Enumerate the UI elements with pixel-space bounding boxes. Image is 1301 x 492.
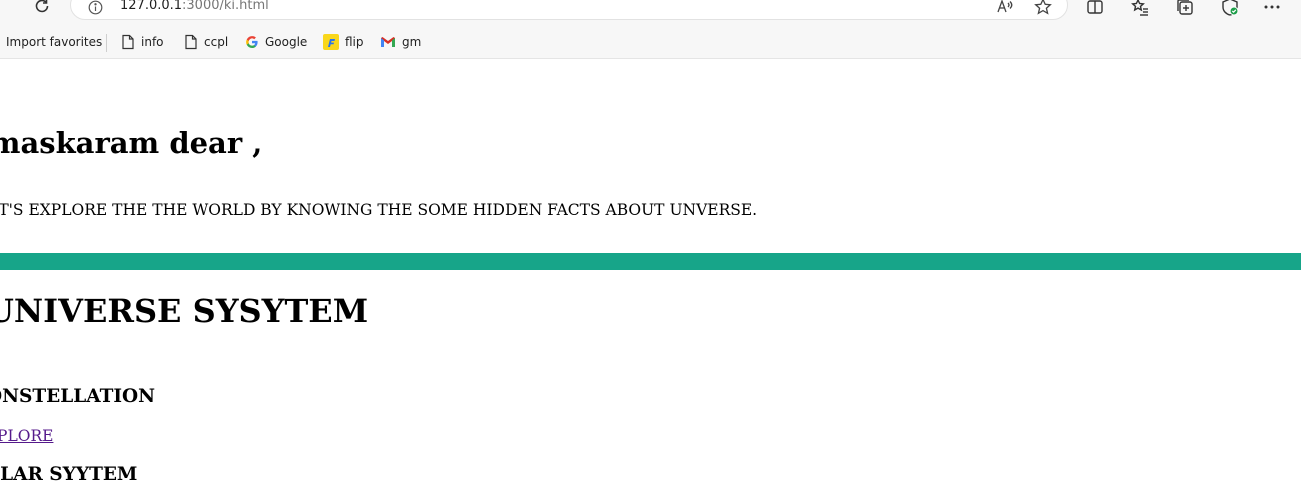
favorites-item-label: Google: [265, 35, 308, 49]
gmail-icon: [381, 37, 395, 47]
more-menu-icon[interactable]: [1261, 0, 1283, 18]
url-host: 127.0.0.1: [120, 0, 183, 13]
divider-bar: [0, 253, 1301, 270]
read-aloud-icon[interactable]: [995, 0, 1015, 17]
favorites-item-label: Import favorites: [6, 35, 103, 49]
favorites-list-icon[interactable]: [1129, 0, 1151, 18]
constellation-heading: ONSTELLATION: [0, 386, 156, 407]
browser-toolbar: 127.0.0.1:3000/ki.html: [0, 0, 1301, 24]
explore-link[interactable]: XPLORE: [0, 427, 53, 445]
solar-system-heading: OLAR SYYTEM: [0, 464, 138, 485]
google-icon: [246, 36, 258, 48]
favorites-item-info[interactable]: info: [121, 32, 164, 52]
page-icon: [122, 34, 134, 50]
refresh-icon[interactable]: [32, 0, 52, 16]
favorites-item-import[interactable]: Import favorites: [6, 32, 102, 52]
address-bar[interactable]: 127.0.0.1:3000/ki.html: [70, 0, 1068, 20]
browser-essentials-icon[interactable]: [1219, 0, 1241, 18]
favorites-item-flip[interactable]: flip: [323, 32, 364, 52]
flipkart-icon: [323, 34, 339, 50]
favorites-item-label: ccpl: [204, 35, 229, 49]
favorites-bar: Import favorites info ccpl Google flip g…: [0, 28, 1301, 54]
favorites-item-label: flip: [345, 35, 364, 49]
browser-chrome: 127.0.0.1:3000/ki.html Import favorites …: [0, 0, 1301, 59]
greeting-heading: amaskaram dear ,: [0, 126, 263, 160]
info-icon[interactable]: [88, 0, 103, 15]
favorites-item-label: info: [141, 35, 164, 49]
favorites-separator: [106, 34, 107, 52]
favorites-item-google[interactable]: Google: [245, 32, 307, 52]
favorites-item-ccpl[interactable]: ccpl: [184, 32, 228, 52]
url-text: 127.0.0.1:3000/ki.html: [120, 0, 269, 13]
universe-heading: UNIVERSE SYSYTEM: [0, 292, 369, 330]
page-icon: [185, 34, 197, 50]
collections-icon[interactable]: [1174, 0, 1196, 18]
url-path: :3000/ki.html: [182, 0, 269, 13]
favorites-item-label: gm: [402, 35, 422, 49]
page-content: amaskaram dear , ET'S EXPLORE THE THE WO…: [0, 60, 1301, 492]
intro-text: ET'S EXPLORE THE THE WORLD BY KNOWING TH…: [0, 201, 758, 219]
favorite-star-icon[interactable]: [1033, 0, 1053, 17]
split-screen-icon[interactable]: [1084, 0, 1106, 18]
favorites-item-gm[interactable]: gm: [380, 32, 421, 52]
